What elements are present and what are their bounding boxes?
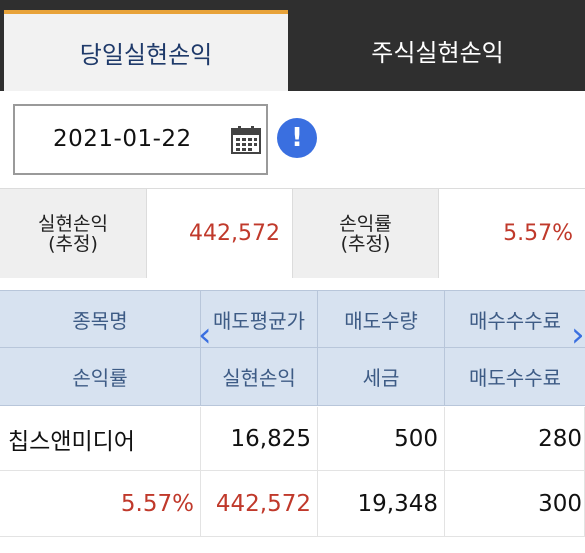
pnl-rate: 5.57% — [0, 471, 201, 536]
info-icon[interactable]: ! — [277, 118, 317, 158]
calendar-icon[interactable] — [231, 126, 261, 154]
realized-pnl: 442,572 — [201, 471, 318, 536]
header-stock-name: 종목명 — [0, 291, 201, 348]
header-sell-avg-price: 매도평균가 — [201, 291, 318, 348]
buy-fee: 280 — [445, 407, 585, 470]
chevron-right-icon[interactable]: › — [571, 318, 585, 352]
table-header-row: 종목명 매도평균가 매도수량 매수수수료 — [0, 290, 585, 348]
stock-name: 칩스앤미디어 — [0, 407, 201, 470]
header-sell-fee: 매도수수료 — [469, 366, 561, 390]
realized-pnl-value: 442,572 — [146, 189, 292, 278]
pnl-rate-value: 5.57% — [438, 189, 585, 278]
tab-stock-realized-pnl[interactable]: 주식실현손익 — [290, 10, 585, 91]
summary-row: 실현손익 (추정) 442,572 손익률 (추정) 5.57% — [0, 188, 585, 278]
table-row[interactable]: 칩스앤미디어 16,825 500 280 — [0, 407, 585, 471]
header-buy-fee: 매수수수료 — [469, 309, 561, 333]
table-row[interactable]: 5.57% 442,572 19,348 300 — [0, 471, 585, 537]
date-picker[interactable]: 2021-01-22 — [13, 104, 268, 175]
header-tax: 세금 — [318, 348, 445, 405]
realized-pnl-label: 실현손익 (추정) — [0, 189, 146, 278]
tax: 19,348 — [318, 471, 445, 536]
header-sell-qty: 매도수량 — [318, 291, 445, 348]
sell-qty: 500 — [318, 407, 445, 470]
header-pnl-rate: 손익률 — [0, 348, 201, 405]
sell-fee: 300 — [445, 471, 585, 536]
pnl-table: 종목명 매도평균가 매도수량 매수수수료 손익률 실현손익 세금 매도수수료 칩… — [0, 290, 585, 553]
tab-daily-realized-pnl[interactable]: 당일실현손익 — [4, 10, 288, 91]
pnl-rate-label: 손익률 (추정) — [292, 189, 438, 278]
chevron-left-icon[interactable]: ‹ — [198, 318, 212, 352]
table-header-row: 손익률 실현손익 세금 매도수수료 — [0, 348, 585, 406]
date-value: 2021-01-22 — [53, 126, 192, 152]
header-realized-pnl: 실현손익 — [201, 348, 318, 405]
tab-bar: 당일실현손익 주식실현손익 — [0, 0, 585, 91]
sell-avg-price: 16,825 — [201, 407, 318, 470]
